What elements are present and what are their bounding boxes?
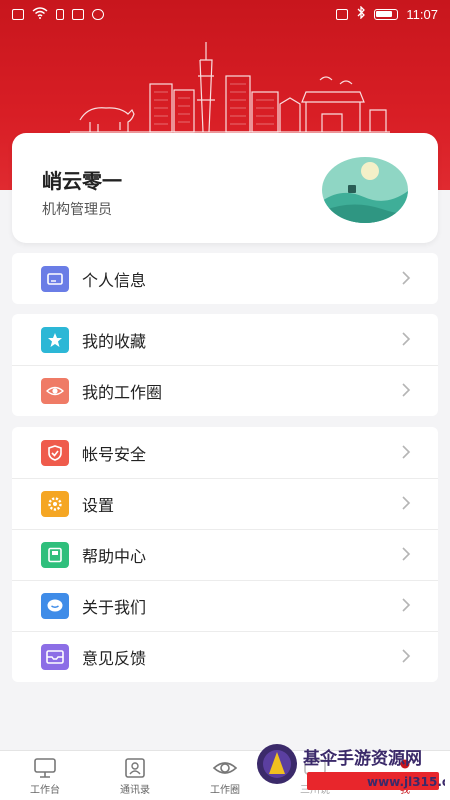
mailbox-icon [41,643,69,670]
profile-role: 机构管理员 [42,202,112,218]
menu-group-collections: 我的收藏 我的工作圈 [12,314,438,416]
alert-icon [12,8,24,20]
menu-item[interactable]: 设置 [12,478,438,529]
chevron-right-icon [400,648,412,668]
menu-group-personal: 个人信息 [12,253,438,304]
chevron-right-icon [400,331,412,351]
menu-item[interactable]: 关于我们 [12,580,438,631]
chevron-right-icon [400,495,412,515]
chevron-right-icon [400,597,412,617]
menu-item[interactable]: 帮助中心 [12,529,438,580]
chevron-right-icon [400,546,412,566]
status-bar: 11:07 [0,0,450,28]
menu-item[interactable]: 我的工作圈 [12,365,438,416]
monitor-icon [34,758,56,778]
id-card-icon [41,265,69,292]
menu-item[interactable]: 帐号安全 [12,427,438,478]
menu-item-label: 帮助中心 [82,546,147,566]
bluetooth-icon [356,5,366,22]
tab-workbench[interactable]: 工作台 [0,751,90,800]
menu-item-label: 关于我们 [82,597,147,617]
menu-item-label: 我的工作圈 [82,382,163,402]
status-time: 11:07 [406,6,438,22]
battery-icon [374,8,399,20]
gear-icon [41,490,69,517]
chevron-right-icon [400,444,412,464]
menu-item-label: 我的收藏 [82,331,147,351]
menu-item-label: 个人信息 [82,270,147,290]
city-skyline-illustration [70,42,390,133]
signal-icon [72,8,84,20]
avatar[interactable] [322,157,408,223]
contacts-icon [125,758,145,778]
watermark-overlay: 基伞手游资源网 www.jl315.com [255,740,450,796]
chevron-right-icon [400,270,412,290]
shield-app-icon [92,8,104,20]
sim-icon [56,8,64,20]
avatar-landscape-image [322,157,408,223]
menu-item-label: 意见反馈 [82,648,147,668]
wifi-icon [32,6,48,22]
tab-label: 工作圈 [210,785,240,796]
eye-icon [212,762,238,774]
watermark-title: 基伞手游资源网 [302,748,422,769]
profile-card[interactable]: 峭云零一 机构管理员 [12,133,438,243]
tab-label: 工作台 [30,785,60,796]
chevron-right-icon [400,382,412,402]
menu-item[interactable]: 意见反馈 [12,631,438,682]
menu-item[interactable]: 我的收藏 [12,314,438,365]
tab-contacts[interactable]: 通讯录 [90,751,180,800]
eye-icon [41,377,69,404]
tab-label: 通讯录 [120,785,150,796]
menu-item-label: 帐号安全 [82,444,147,464]
profile-name: 峭云零一 [42,169,122,193]
menu-item[interactable]: 个人信息 [12,253,438,304]
help-book-icon [41,541,69,568]
watermark-url: www.jl315.com [367,775,445,789]
menu-group-settings: 帐号安全设置帮助中心关于我们意见反馈 [12,427,438,682]
shield-icon [41,439,69,466]
nfc-icon [336,8,349,20]
star-icon [41,326,69,353]
menu-item-label: 设置 [82,495,115,515]
chat-bubble-icon [41,592,69,619]
